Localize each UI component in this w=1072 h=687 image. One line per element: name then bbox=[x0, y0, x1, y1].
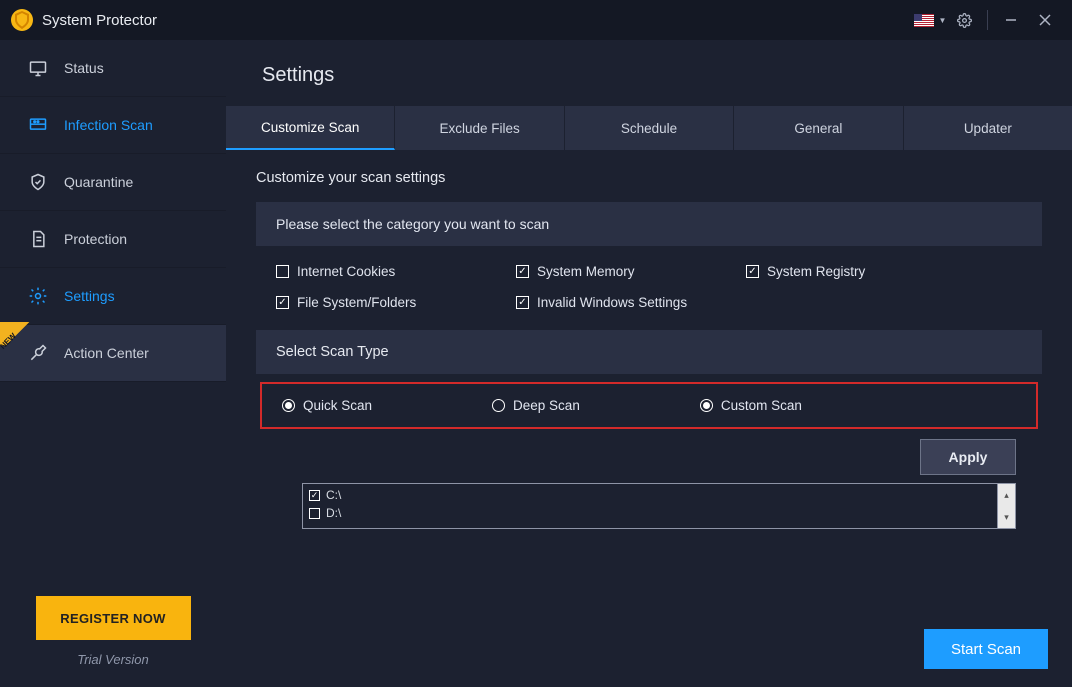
minimize-icon bbox=[1005, 14, 1017, 26]
tab-exclude-files[interactable]: Exclude Files bbox=[395, 106, 564, 150]
tools-icon bbox=[28, 343, 48, 363]
flag-us-icon bbox=[914, 14, 934, 27]
sidebar-item-label: Settings bbox=[64, 288, 115, 304]
document-icon bbox=[28, 229, 48, 249]
content-area: Settings Customize Scan Exclude Files Sc… bbox=[226, 40, 1072, 687]
settings-tabs: Customize Scan Exclude Files Schedule Ge… bbox=[226, 106, 1072, 150]
close-button[interactable] bbox=[1028, 0, 1062, 40]
category-checkboxes: Internet Cookies System Memory System Re… bbox=[256, 246, 1042, 330]
drive-item-d[interactable]: D:\ bbox=[309, 504, 991, 522]
sidebar-item-protection[interactable]: Protection bbox=[0, 211, 226, 268]
tab-customize-scan[interactable]: Customize Scan bbox=[226, 106, 395, 150]
drive-item-c[interactable]: C:\ bbox=[309, 486, 991, 504]
radio-quick-scan[interactable]: Quick Scan bbox=[282, 398, 372, 413]
language-selector[interactable]: ▼ bbox=[913, 0, 947, 40]
tab-general[interactable]: General bbox=[734, 106, 903, 150]
sidebar-item-action-center[interactable]: NEW Action Center bbox=[0, 325, 226, 382]
separator bbox=[987, 10, 988, 30]
scan-type-row: Quick Scan Deep Scan Custom Scan bbox=[260, 382, 1038, 429]
category-instruction: Please select the category you want to s… bbox=[256, 202, 1042, 246]
page-title: Settings bbox=[226, 40, 1072, 106]
sidebar-item-label: Action Center bbox=[64, 345, 149, 361]
sidebar-item-quarantine[interactable]: Quarantine bbox=[0, 154, 226, 211]
checkbox-internet-cookies[interactable]: Internet Cookies bbox=[276, 264, 516, 279]
app-title: System Protector bbox=[42, 12, 157, 29]
sidebar-item-label: Protection bbox=[64, 231, 127, 247]
scroll-down-icon[interactable]: ▾ bbox=[998, 506, 1015, 528]
tab-schedule[interactable]: Schedule bbox=[565, 106, 734, 150]
sidebar-item-infection-scan[interactable]: Infection Scan bbox=[0, 97, 226, 154]
minimize-button[interactable] bbox=[994, 0, 1028, 40]
radio-custom-scan[interactable]: Custom Scan bbox=[700, 398, 802, 413]
drive-list[interactable]: C:\ D:\ ▴ ▾ bbox=[302, 483, 1016, 529]
close-icon bbox=[1039, 14, 1051, 26]
gear-icon bbox=[957, 13, 972, 28]
sidebar: Status Infection Scan Quarantine Protect… bbox=[0, 40, 226, 687]
sidebar-item-label: Infection Scan bbox=[64, 117, 153, 133]
monitor-icon bbox=[28, 58, 48, 78]
scan-icon bbox=[28, 115, 48, 135]
section-subtitle: Customize your scan settings bbox=[256, 170, 1042, 186]
drive-scrollbar[interactable]: ▴ ▾ bbox=[997, 484, 1015, 528]
app-logo-icon bbox=[10, 8, 34, 32]
register-now-button[interactable]: REGISTER NOW bbox=[36, 596, 191, 640]
checkbox-file-system-folders[interactable]: File System/Folders bbox=[276, 295, 516, 310]
checkbox-invalid-windows-settings[interactable]: Invalid Windows Settings bbox=[516, 295, 746, 310]
scan-type-heading: Select Scan Type bbox=[256, 330, 1042, 374]
checkbox-system-registry[interactable]: System Registry bbox=[746, 264, 976, 279]
apply-button[interactable]: Apply bbox=[920, 439, 1016, 475]
start-scan-button[interactable]: Start Scan bbox=[924, 629, 1048, 669]
chevron-down-icon: ▼ bbox=[939, 16, 947, 25]
settings-gear-button[interactable] bbox=[947, 0, 981, 40]
radio-deep-scan[interactable]: Deep Scan bbox=[492, 398, 580, 413]
checkbox-system-memory[interactable]: System Memory bbox=[516, 264, 746, 279]
titlebar: System Protector ▼ bbox=[0, 0, 1072, 40]
trial-version-label: Trial Version bbox=[0, 652, 226, 667]
sidebar-item-label: Quarantine bbox=[64, 174, 133, 190]
tab-updater[interactable]: Updater bbox=[904, 106, 1072, 150]
shield-check-icon bbox=[28, 172, 48, 192]
sidebar-item-label: Status bbox=[64, 60, 104, 76]
scroll-up-icon[interactable]: ▴ bbox=[998, 484, 1015, 506]
gear-icon bbox=[28, 286, 48, 306]
sidebar-item-status[interactable]: Status bbox=[0, 40, 226, 97]
new-badge: NEW bbox=[0, 322, 37, 346]
sidebar-item-settings[interactable]: Settings bbox=[0, 268, 226, 325]
